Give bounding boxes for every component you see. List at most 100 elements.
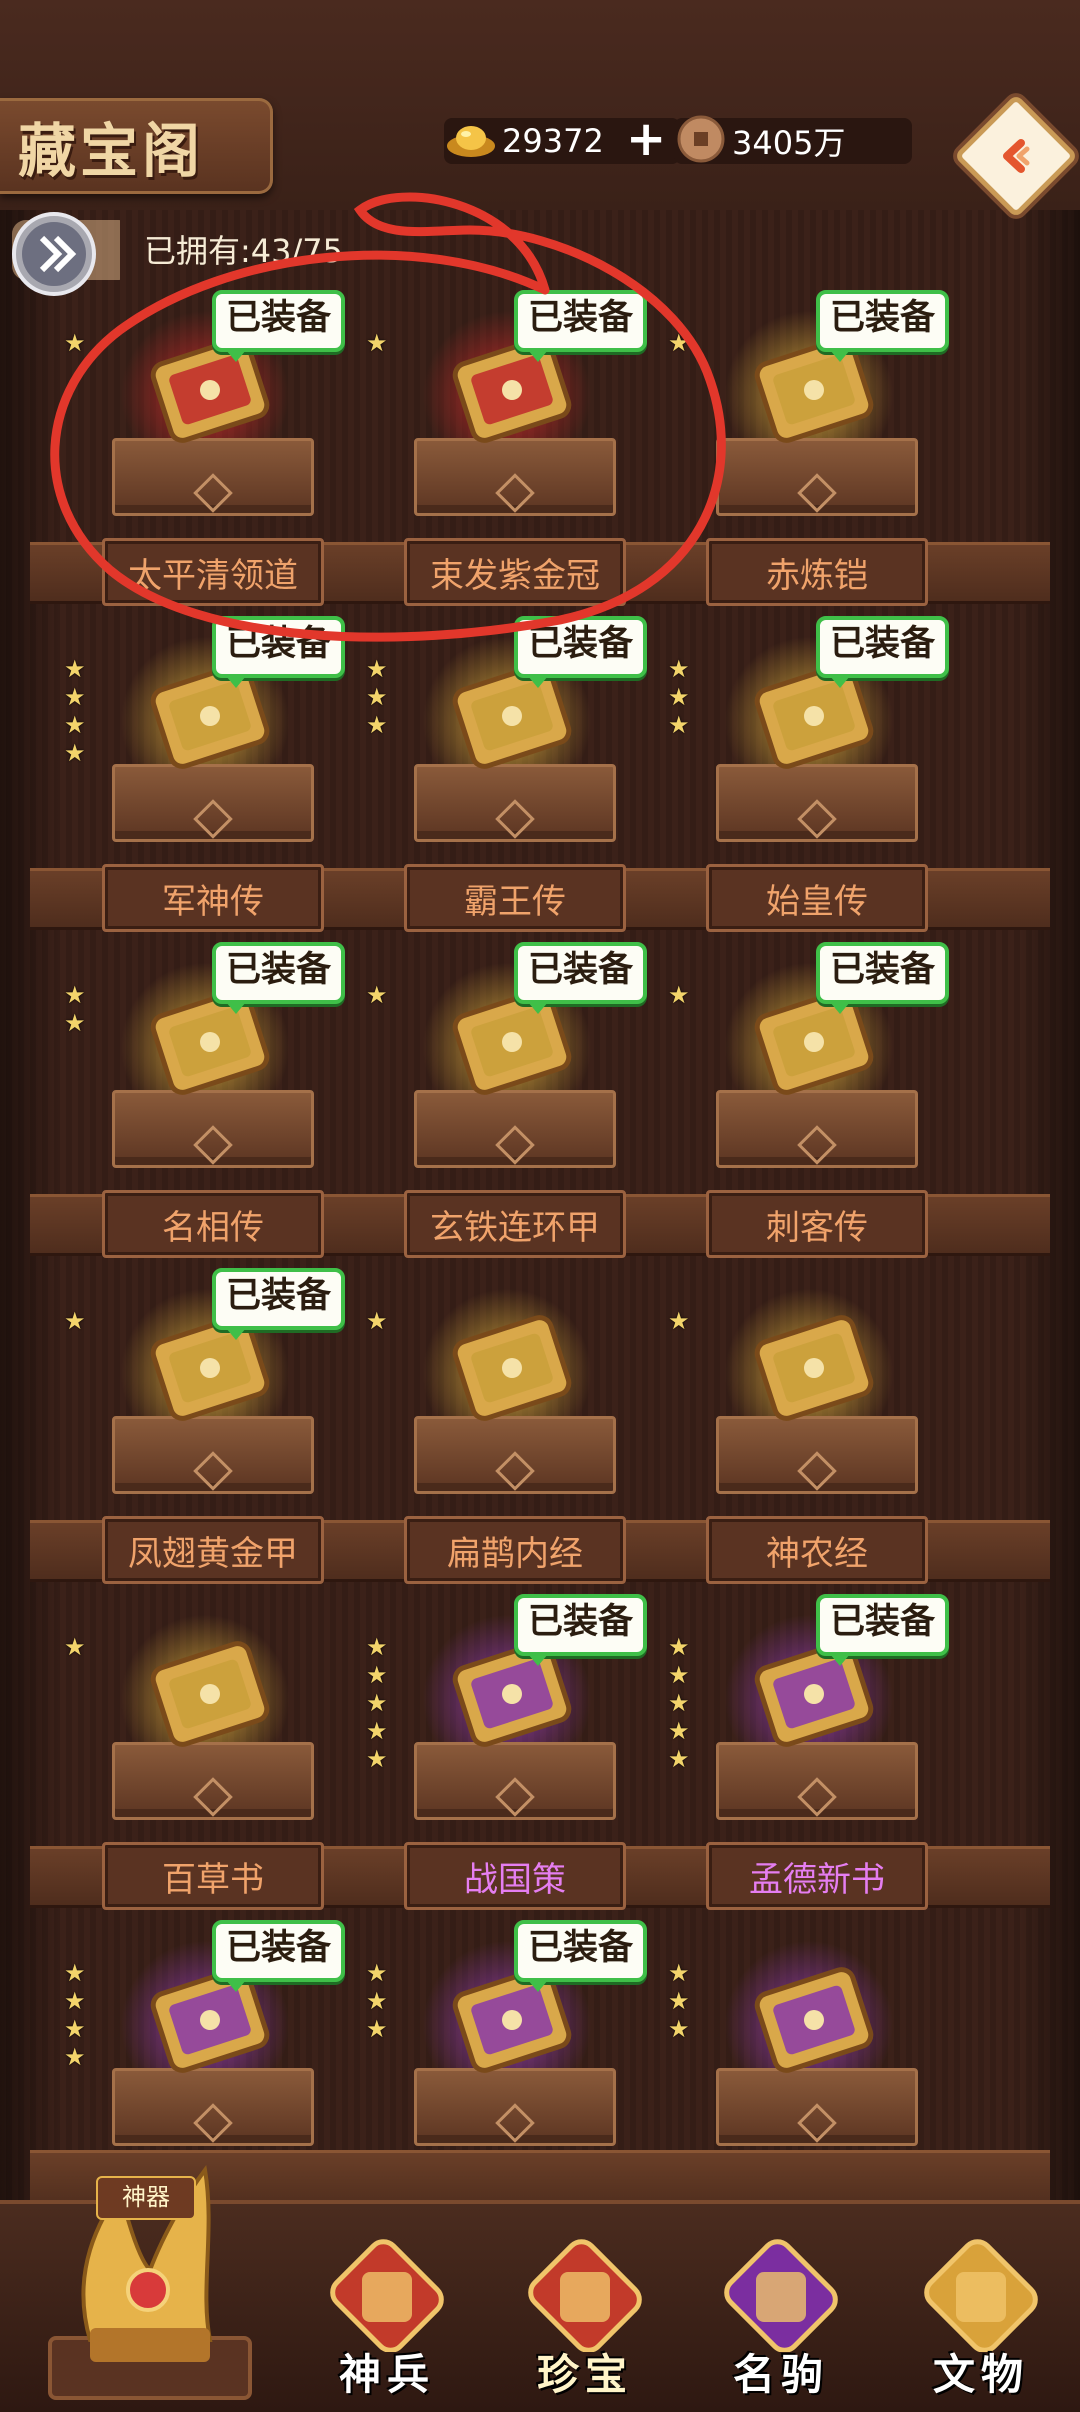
star-icon: ★ — [668, 1661, 690, 1689]
tab-relic[interactable]: 文物 — [896, 2232, 1066, 2408]
item-name-plate: 名相传 — [102, 1190, 324, 1258]
item-name-plate: 凤翅黄金甲 — [102, 1516, 324, 1584]
star-rating: ★ ★ — [64, 982, 86, 1036]
star-icon: ★ — [366, 711, 388, 739]
item-name-plate: 军神传 — [102, 864, 324, 932]
star-icon: ★ — [668, 1633, 690, 1661]
star-icon: ★ — [366, 1633, 388, 1661]
treasure-item[interactable]: ★ ★ ★ ★ ★ 已装备战国策 — [352, 1594, 662, 1934]
treasure-art-icon — [754, 1967, 874, 2073]
equipped-badge: 已装备 — [212, 1920, 346, 1992]
star-icon: ★ — [64, 1633, 86, 1661]
treasure-item[interactable]: ★ 已装备太平清领道 — [50, 290, 360, 630]
equipped-badge: 已装备 — [212, 290, 346, 362]
item-name-plate: 赤炼铠 — [706, 538, 928, 606]
star-icon: ★ — [366, 981, 388, 1009]
star-icon: ★ — [64, 2043, 86, 2071]
star-rating: ★ ★ ★ ★ — [64, 656, 86, 766]
star-rating: ★ — [668, 982, 690, 1008]
star-rating: ★ — [366, 982, 388, 1008]
star-rating: ★ — [64, 1308, 86, 1334]
star-icon: ★ — [668, 329, 690, 357]
equipped-badge: 已装备 — [514, 1594, 648, 1666]
equipped-badge: 已装备 — [212, 942, 346, 1014]
equipped-badge: 已装备 — [514, 1920, 648, 1992]
page-title: 藏宝阁 — [18, 117, 205, 185]
treasure-item[interactable]: ★ 已装备刺客传 — [654, 942, 964, 1282]
item-name-plate: 战国策 — [404, 1842, 626, 1910]
relic-icon — [924, 2239, 1038, 2352]
item-name-plate: 太平清领道 — [102, 538, 324, 606]
back-button[interactable] — [953, 93, 1079, 219]
star-icon: ★ — [668, 981, 690, 1009]
star-rating: ★ ★ ★ — [366, 1960, 388, 2042]
star-icon: ★ — [668, 1717, 690, 1745]
star-icon: ★ — [366, 683, 388, 711]
star-icon: ★ — [668, 711, 690, 739]
star-icon: ★ — [668, 683, 690, 711]
star-icon: ★ — [64, 1009, 86, 1037]
star-icon: ★ — [366, 1307, 388, 1335]
item-name-plate: 玄铁连环甲 — [404, 1190, 626, 1258]
star-icon: ★ — [64, 329, 86, 357]
treasure-item[interactable]: ★ 神农经 — [654, 1268, 964, 1608]
star-rating: ★ ★ ★ ★ ★ — [366, 1634, 388, 1772]
treasure-item[interactable]: ★ ★ ★ 已装备霸王传 — [352, 616, 662, 956]
tab-label: 珍宝 — [536, 2350, 633, 2399]
owned-count: 已拥有:43/75 — [144, 232, 344, 270]
star-icon: ★ — [668, 1987, 690, 2015]
treasure-item[interactable]: ★ ★ ★ ★ 已装备 军神传 — [50, 616, 360, 956]
add-currency-plus-icon[interactable]: + — [626, 115, 666, 163]
treasure-item[interactable]: ★ ★ 已装备名相传 — [50, 942, 360, 1282]
star-rating: ★ ★ ★ — [366, 656, 388, 738]
treasure-item[interactable]: ★ 已装备 凤翅黄金甲 — [50, 1268, 360, 1608]
equipped-badge: 已装备 — [514, 942, 648, 1014]
treasure-art-icon — [452, 1315, 572, 1421]
star-icon: ★ — [668, 2015, 690, 2043]
treasure-item[interactable]: ★ 已装备玄铁连环甲 — [352, 942, 662, 1282]
star-icon: ★ — [366, 1959, 388, 1987]
treasure-item[interactable]: ★ ★ ★ 已装备 始皇传 — [654, 616, 964, 956]
back-arrow-icon — [1003, 139, 1030, 173]
star-rating: ★ ★ ★ — [668, 656, 690, 738]
star-icon: ★ — [668, 655, 690, 683]
equipped-badge: 已装备 — [514, 616, 648, 688]
star-icon: ★ — [64, 711, 86, 739]
treasure-item[interactable]: ★ ★ ★ ★ ★ 已装备 孟德新书 — [654, 1594, 964, 1934]
treasure-item[interactable]: ★ 百草书 — [50, 1594, 360, 1934]
star-icon: ★ — [64, 2015, 86, 2043]
item-name-plate: 霸王传 — [404, 864, 626, 932]
star-icon: ★ — [64, 655, 86, 683]
star-icon: ★ — [64, 1307, 86, 1335]
equipped-badge: 已装备 — [816, 616, 950, 688]
equipped-badge: 已装备 — [816, 942, 950, 1014]
equipped-badge: 已装备 — [514, 290, 648, 362]
treasure-item[interactable]: ★ 已装备 赤炼铠 — [654, 290, 964, 630]
star-icon: ★ — [366, 2015, 388, 2043]
shenqi-label: 神器 — [96, 2176, 196, 2220]
star-icon: ★ — [64, 1959, 86, 1987]
star-rating: ★ — [64, 1634, 86, 1660]
treasure-item[interactable]: ★ 扁鹊内经 — [352, 1268, 662, 1608]
star-icon: ★ — [64, 1987, 86, 2015]
star-icon: ★ — [366, 1717, 388, 1745]
item-name-plate: 刺客传 — [706, 1190, 928, 1258]
star-rating: ★ ★ ★ ★ ★ — [668, 1634, 690, 1772]
tab-weapon[interactable]: 神兵 — [302, 2232, 472, 2408]
tab-horse[interactable]: 名驹 — [696, 2232, 866, 2408]
item-name-plate: 百草书 — [102, 1842, 324, 1910]
tab-treasure-gift[interactable]: 珍宝 — [500, 2232, 670, 2408]
treasure-item[interactable]: ★ 已装备 束发紫金冠 — [352, 290, 662, 630]
equipped-badge: 已装备 — [816, 1594, 950, 1666]
star-icon: ★ — [366, 1987, 388, 2015]
star-rating: ★ — [64, 330, 86, 356]
copper-coin-currency: 3405万 — [674, 115, 912, 164]
weapon-icon — [330, 2239, 444, 2352]
gold-amount: 29372 — [502, 122, 604, 160]
item-name-plate: 束发紫金冠 — [404, 538, 626, 606]
treasure-art-icon — [150, 1641, 270, 1747]
star-icon: ★ — [366, 1689, 388, 1717]
gold-ingot-icon — [447, 126, 495, 157]
star-icon: ★ — [64, 739, 86, 767]
item-name-plate: 始皇传 — [706, 864, 928, 932]
